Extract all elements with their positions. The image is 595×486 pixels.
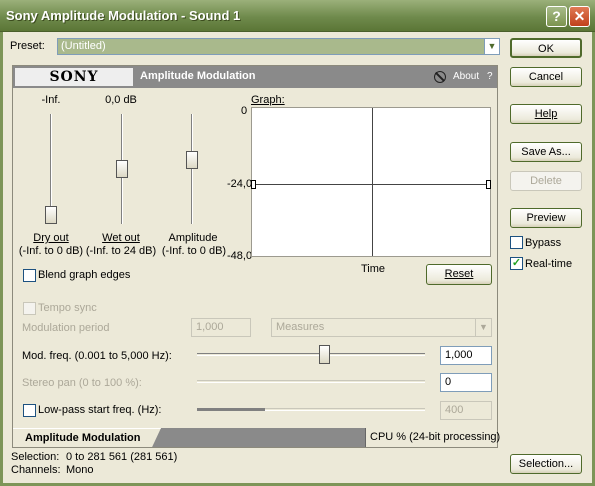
- graph-label: Graph:: [251, 94, 285, 106]
- blend-checkbox[interactable]: [23, 269, 36, 282]
- wet-range: (-Inf. to 24 dB): [85, 245, 157, 257]
- graph-vertical-line: [372, 108, 373, 256]
- graph-right-handle[interactable]: [486, 180, 491, 189]
- amplitude-slider-thumb[interactable]: [186, 150, 198, 169]
- delete-button[interactable]: Delete: [510, 171, 582, 191]
- wet-slider-thumb[interactable]: [116, 160, 128, 178]
- sony-logo: SONY: [15, 68, 133, 86]
- amplitude-label: Amplitude: [168, 232, 218, 244]
- graph-y-mid: -24,0: [227, 178, 253, 190]
- tab-amplitude-modulation[interactable]: Amplitude Modulation: [13, 428, 161, 447]
- lowpass-label: Low-pass start freq. (Hz):: [38, 404, 162, 416]
- mod-freq-field[interactable]: 1,000: [440, 346, 492, 365]
- bypass-checkbox[interactable]: [510, 236, 523, 249]
- chevron-down-icon[interactable]: ▼: [475, 319, 491, 336]
- preset-label: Preset:: [10, 40, 45, 52]
- stereo-pan-slider-track[interactable]: [197, 380, 425, 383]
- graph-x-label: Time: [361, 263, 386, 275]
- save-as-button[interactable]: Save As...: [510, 142, 582, 162]
- lowpass-slider-track[interactable]: [197, 408, 425, 411]
- cancel-button[interactable]: Cancel: [510, 67, 582, 87]
- title-bar: Sony Amplitude Modulation - Sound 1 ? ✕: [0, 0, 595, 32]
- graph-envelope-line: [252, 184, 490, 185]
- preset-combo[interactable]: (Untitled) ▼: [57, 38, 500, 55]
- mod-freq-slider-track: [197, 353, 425, 356]
- preview-button[interactable]: Preview: [510, 208, 582, 228]
- dry-range: (-Inf. to 0 dB): [18, 245, 84, 257]
- stereo-pan-label: Stereo pan (0 to 100 %):: [22, 377, 142, 389]
- real-time-label: Real-time: [525, 258, 573, 270]
- graph-y-bottom: -48,0: [227, 250, 253, 262]
- tempo-sync-label: Tempo sync: [38, 302, 97, 314]
- amplitude-range: (-Inf. to 0 dB): [161, 245, 227, 257]
- selection-value: 0 to 281 561 (281 561): [66, 451, 178, 463]
- help-title-button[interactable]: ?: [546, 6, 567, 27]
- plugin-header: SONY Amplitude Modulation About ?: [13, 66, 497, 88]
- window-title: Sony Amplitude Modulation - Sound 1: [6, 8, 241, 23]
- modulation-graph[interactable]: [251, 107, 491, 257]
- channels-label: Channels:: [11, 464, 61, 476]
- dry-slider-thumb[interactable]: [45, 206, 57, 224]
- channels-value: Mono: [66, 464, 94, 476]
- dry-label: Dry out: [33, 232, 69, 244]
- stereo-pan-field[interactable]: 0: [440, 373, 492, 392]
- modulation-period-field[interactable]: 1,000: [191, 318, 251, 337]
- help-button[interactable]: Help: [510, 104, 582, 124]
- modulation-period-label: Modulation period: [22, 322, 110, 334]
- lowpass-checkbox[interactable]: [23, 404, 36, 417]
- reset-button[interactable]: Reset: [426, 264, 492, 285]
- graph-left-handle[interactable]: [251, 180, 256, 189]
- close-title-button[interactable]: ✕: [569, 6, 590, 27]
- graph-y-top: 0: [241, 105, 248, 117]
- period-unit-value: Measures: [276, 321, 325, 333]
- selection-label: Selection:: [11, 451, 60, 463]
- lowpass-slider-fill: [197, 408, 265, 411]
- blend-label: Blend graph edges: [38, 269, 131, 281]
- cpu-strip: CPU % (24-bit processing): [365, 428, 501, 447]
- wet-value: 0,0 dB: [105, 94, 137, 106]
- cpu-label: CPU % (24-bit processing): [370, 431, 501, 443]
- wet-label: Wet out: [102, 232, 140, 244]
- chevron-down-icon[interactable]: ▼: [484, 39, 499, 54]
- about-link[interactable]: About: [453, 71, 479, 82]
- ok-button[interactable]: OK: [510, 38, 582, 58]
- mod-freq-slider-thumb[interactable]: [319, 345, 330, 364]
- question-icon[interactable]: ?: [487, 71, 493, 82]
- period-unit-select[interactable]: Measures ▼: [271, 318, 492, 337]
- preset-value: (Untitled): [61, 40, 106, 52]
- dry-value: -Inf.: [41, 94, 61, 106]
- selection-button[interactable]: Selection...: [510, 454, 582, 474]
- plugin-title: Amplitude Modulation: [140, 70, 256, 82]
- amplitude-slider-track: [191, 114, 193, 224]
- lowpass-field[interactable]: 400: [440, 401, 492, 420]
- bypass-label: Bypass: [525, 237, 562, 249]
- plugin-panel: SONY Amplitude Modulation About ? -Inf. …: [12, 65, 501, 448]
- mod-freq-label: Mod. freq. (0.001 to 5,000 Hz):: [22, 350, 172, 362]
- real-time-checkbox[interactable]: ✓: [510, 257, 523, 270]
- no-entry-icon[interactable]: [434, 71, 446, 83]
- tempo-sync-checkbox[interactable]: [23, 302, 36, 315]
